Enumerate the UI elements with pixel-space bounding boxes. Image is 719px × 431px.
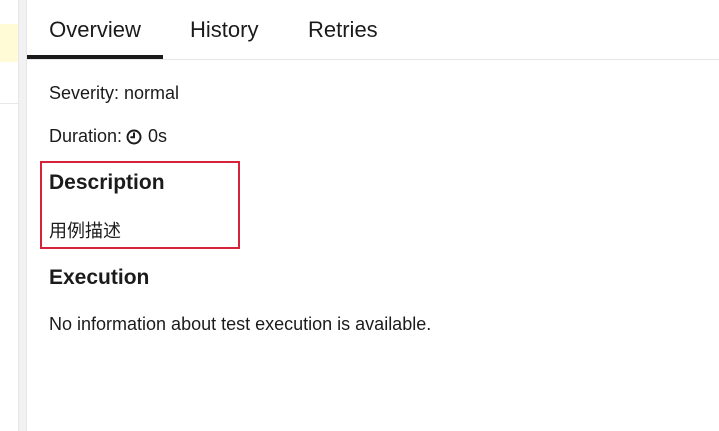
duration-row: Duration: 0s [49,125,167,147]
tab-overview[interactable]: Overview [27,0,163,59]
selected-row-highlight [0,24,18,62]
severity-text: Severity: normal [49,83,180,103]
row-divider [0,103,18,104]
description-text: 用例描述 [49,221,121,241]
duration-value: 0s [148,126,168,146]
tab-bar: Overview History Retries [27,0,719,60]
clock-icon [126,128,142,145]
tab-retries[interactable]: Retries [308,0,378,59]
pane-splitter[interactable] [18,0,27,431]
description-heading: Description [49,171,165,194]
duration-label: Duration: [49,126,123,146]
test-detail-pane: Overview History Retries Severity: norma… [27,0,719,431]
execution-text: No information about test execution is a… [49,314,432,334]
tab-history[interactable]: History [190,0,258,59]
left-panel-edge [0,0,18,431]
execution-heading: Execution [49,266,150,289]
